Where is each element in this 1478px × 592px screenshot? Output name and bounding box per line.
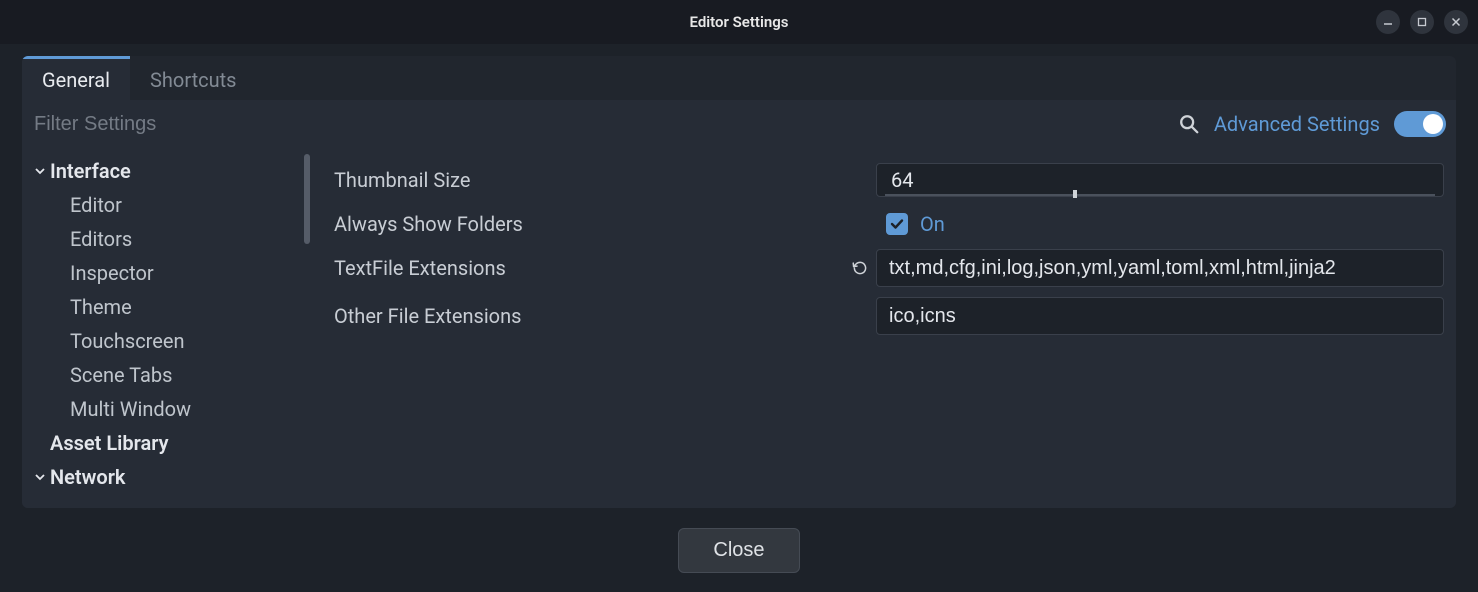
chevron-down-icon [30, 165, 50, 177]
textfile-extensions-input[interactable] [876, 249, 1444, 287]
toggle-knob [1423, 114, 1443, 134]
advanced-settings-toggle[interactable] [1394, 111, 1446, 137]
checkbox-label: On [920, 212, 945, 236]
tree-group-interface[interactable]: Interface [22, 154, 310, 188]
close-window-button[interactable] [1444, 10, 1468, 34]
filter-settings-input[interactable] [34, 113, 1164, 136]
reset-textfile-extensions-button[interactable] [844, 259, 876, 277]
filter-bar: Advanced Settings [22, 100, 1456, 148]
setting-label: Thumbnail Size [334, 168, 844, 192]
setting-label: TextFile Extensions [334, 256, 844, 280]
window-title: Editor Settings [690, 13, 789, 31]
tree-item-inspector[interactable]: Inspector [22, 256, 310, 290]
setting-other-file-extensions: Other File Extensions [334, 294, 1444, 338]
sidebar-tree: Interface Editor Editors Inspector Theme… [22, 148, 310, 508]
maximize-button[interactable] [1410, 10, 1434, 34]
setting-thumbnail-size: Thumbnail Size 64 [334, 158, 1444, 202]
chevron-down-icon [30, 471, 50, 483]
sidebar-scrollbar[interactable] [304, 154, 310, 244]
tree-item-theme[interactable]: Theme [22, 290, 310, 324]
setting-label: Always Show Folders [334, 212, 844, 236]
tab-general[interactable]: General [22, 56, 130, 100]
slider-handle[interactable] [1073, 190, 1077, 198]
always-show-folders-control: On [876, 212, 1444, 236]
tab-shortcuts[interactable]: Shortcuts [130, 56, 256, 100]
tree-group-label: Network [50, 465, 125, 489]
tree-item-editors[interactable]: Editors [22, 222, 310, 256]
settings-content: Thumbnail Size 64 Always Show Folders [310, 148, 1456, 508]
tree-group-network[interactable]: Network [22, 460, 310, 494]
app-body: General Shortcuts Advanced Settings Inte… [0, 44, 1478, 592]
advanced-settings-label: Advanced Settings [1214, 112, 1380, 136]
other-file-extensions-input[interactable] [876, 297, 1444, 335]
tree-item-multi-window[interactable]: Multi Window [22, 392, 310, 426]
tree-item-scene-tabs[interactable]: Scene Tabs [22, 358, 310, 392]
tree-group-asset-library[interactable]: Asset Library [22, 426, 310, 460]
setting-always-show-folders: Always Show Folders On [334, 202, 1444, 246]
thumbnail-size-value: 64 [891, 168, 913, 192]
search-icon[interactable] [1178, 113, 1200, 135]
tree-group-label: Asset Library [50, 431, 169, 455]
footer: Close [0, 508, 1478, 592]
titlebar: Editor Settings [0, 0, 1478, 44]
slider-track [885, 194, 1435, 196]
tab-bar: General Shortcuts [22, 56, 1456, 100]
always-show-folders-checkbox[interactable] [886, 213, 908, 235]
minimize-button[interactable] [1376, 10, 1400, 34]
tree-item-touchscreen[interactable]: Touchscreen [22, 324, 310, 358]
close-button[interactable]: Close [678, 528, 799, 573]
main-panel: Interface Editor Editors Inspector Theme… [22, 148, 1456, 508]
tree-item-editor[interactable]: Editor [22, 188, 310, 222]
thumbnail-size-spin-slider[interactable]: 64 [876, 163, 1444, 197]
setting-label: Other File Extensions [334, 304, 844, 328]
setting-textfile-extensions: TextFile Extensions [334, 246, 1444, 290]
tree-group-label: Interface [50, 159, 131, 183]
window-controls [1376, 0, 1468, 44]
